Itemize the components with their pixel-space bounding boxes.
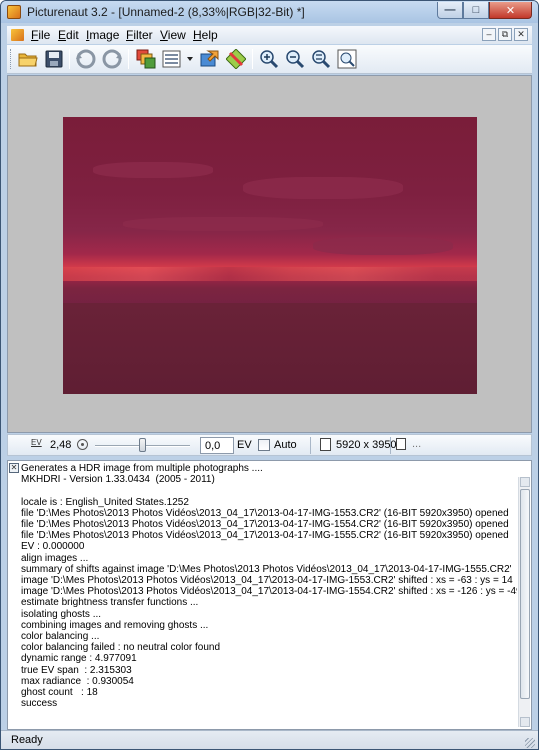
log-line: MKHDRI - Version 1.33.0434 (2005 - 2011) [21, 474, 215, 486]
log-panel: ✕ Generates a HDR image from multiple ph… [7, 460, 532, 730]
log-line: color balancing ... [21, 631, 100, 643]
auto-label: Auto [274, 439, 297, 451]
maximize-button[interactable]: □ [463, 2, 489, 19]
toolbar [7, 45, 532, 74]
zoom-actual-icon[interactable] [336, 48, 358, 70]
menu-edit-accel: E [58, 28, 67, 42]
scroll-up-arrow-icon[interactable] [520, 477, 530, 487]
properties-icon[interactable] [161, 48, 183, 70]
log-line: image 'D:\Mes Photos\2013 Photos Vidéos\… [21, 586, 517, 598]
menu-help[interactable]: Help [193, 28, 218, 42]
image-size-text: 5920 x 3950 [336, 439, 397, 451]
log-line: isolating ghosts ... [21, 608, 102, 620]
log-close-icon[interactable]: ✕ [9, 463, 19, 473]
open-folder-icon[interactable] [17, 48, 39, 70]
menu-help-accel: H [193, 28, 202, 42]
copy-icon[interactable] [396, 438, 406, 450]
close-button[interactable]: ✕ [489, 2, 532, 19]
log-line: file 'D:\Mes Photos\2013 Photos Vidéos\2… [21, 519, 509, 531]
menu-view[interactable]: View [160, 28, 186, 42]
log-line: estimate brightness transfer functions .… [21, 597, 199, 609]
menu-view-accel: V [160, 28, 168, 42]
log-line: file 'D:\Mes Photos\2013 Photos Vidéos\2… [21, 507, 509, 519]
document-icon[interactable] [11, 29, 24, 41]
log-line: color balancing failed : no neutral colo… [21, 642, 221, 654]
log-scrollbar[interactable] [518, 477, 530, 727]
log-line: dynamic range : 4.977091 [21, 653, 137, 665]
menu-edit-label: dit [66, 28, 79, 42]
title-bar[interactable]: Picturenaut 3.2 - [Unnamed-2 (8,33%|RGB|… [1, 1, 538, 23]
status-text: Ready [11, 734, 43, 746]
scroll-thumb[interactable] [520, 489, 530, 699]
mdi-close-button[interactable]: ✕ [514, 28, 528, 41]
tone-mapping-icon[interactable] [199, 48, 221, 70]
menu-file-label: ile [38, 28, 51, 42]
log-line: Generates a HDR image from multiple phot… [21, 463, 263, 474]
menu-view-label: iew [167, 28, 186, 42]
log-line: image 'D:\Mes Photos\2013 Photos Vidéos\… [21, 575, 513, 587]
log-line: locale is : English_United States.1252 [21, 496, 189, 508]
minimize-button[interactable]: — [437, 2, 463, 19]
mdi-minimize-button[interactable]: – [482, 28, 496, 41]
zoom-out-icon[interactable] [284, 48, 306, 70]
exposure-bar: EV 2,48 EV Auto 5920 x 3950 ... [7, 434, 532, 456]
ev-readout: 2,48 [50, 439, 72, 451]
zoom-in-icon[interactable] [258, 48, 280, 70]
menu-help-label: elp [201, 28, 218, 42]
redo-icon[interactable] [101, 48, 123, 70]
log-line: success [21, 698, 58, 710]
more-indicator: ... [412, 438, 422, 450]
log-line: combining images and removing ghosts ... [21, 619, 209, 631]
menu-bar: File Edit Image Filter View Help – ⧉ ✕ [7, 26, 532, 44]
properties-dropdown-arrow[interactable] [187, 57, 193, 61]
status-bar: Ready [1, 730, 538, 749]
menu-file[interactable]: File [31, 28, 50, 42]
zoom-fit-icon[interactable] [310, 48, 332, 70]
scroll-down-arrow-icon[interactable] [520, 717, 530, 727]
exposure-slider-thumb[interactable] [139, 438, 146, 452]
log-line: summary of shifts against image 'D:\Mes … [21, 563, 512, 575]
auto-checkbox[interactable] [258, 439, 270, 451]
ev-unit-label: EV [237, 439, 252, 451]
log-line: max radiance : 0.930054 [21, 675, 134, 687]
hdr-image-preview[interactable] [63, 117, 477, 394]
image-size-icon [320, 438, 331, 451]
image-canvas[interactable] [7, 75, 532, 433]
generate-hdr-icon[interactable] [135, 48, 157, 70]
menu-image-label: mage [89, 28, 120, 42]
window-title: Picturenaut 3.2 - [Unnamed-2 (8,33%|RGB|… [27, 5, 305, 19]
color-balance-icon[interactable] [225, 48, 247, 70]
menu-filter-label: ilter [133, 28, 153, 42]
ev-icon: EV [31, 438, 42, 447]
undo-icon[interactable] [75, 48, 97, 70]
log-line: align images ... [21, 552, 89, 564]
log-line: true EV span : 2.315303 [21, 664, 132, 676]
mdi-restore-button[interactable]: ⧉ [498, 28, 512, 41]
log-line: EV : 0.000000 [21, 541, 85, 553]
ev-input[interactable] [200, 437, 234, 454]
app-window: Picturenaut 3.2 - [Unnamed-2 (8,33%|RGB|… [0, 0, 539, 750]
log-line: file 'D:\Mes Photos\2013 Photos Vidéos\2… [21, 530, 509, 542]
menu-filter[interactable]: Filter [126, 28, 153, 42]
picturenaut-app-icon[interactable] [7, 5, 21, 19]
resize-grip-icon[interactable] [525, 738, 535, 748]
auto-exposure-icon[interactable] [77, 439, 88, 450]
menu-image[interactable]: Image [86, 28, 119, 42]
save-disk-icon[interactable] [43, 48, 65, 70]
log-text[interactable]: Generates a HDR image from multiple phot… [21, 463, 517, 727]
log-line: ghost count : 18 [21, 687, 98, 699]
menu-edit[interactable]: Edit [58, 28, 79, 42]
toolbar-grip[interactable] [10, 49, 13, 69]
